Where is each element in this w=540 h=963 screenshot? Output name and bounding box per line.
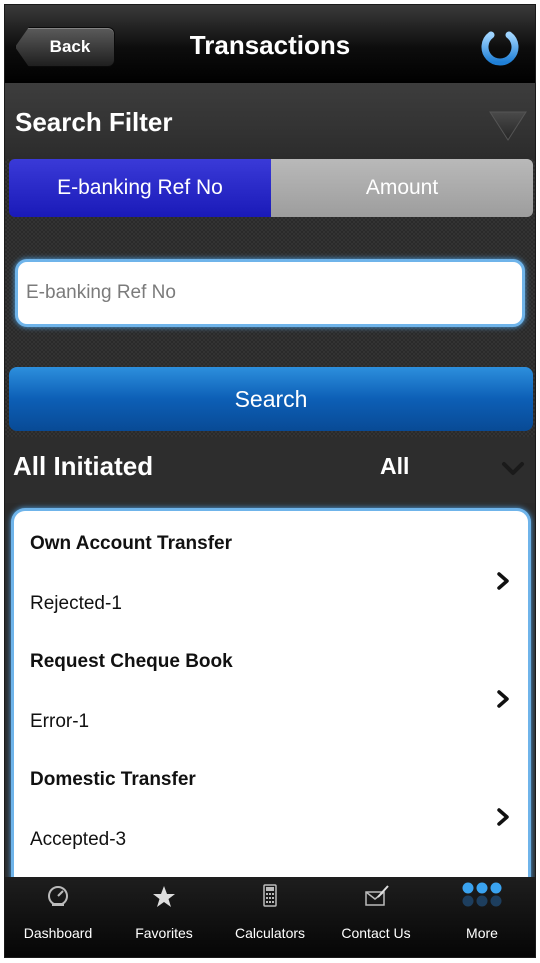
chevron-right-icon xyxy=(497,690,509,708)
tab-calculators[interactable]: Calculators xyxy=(217,877,323,957)
tab-favorites[interactable]: Favorites xyxy=(111,877,217,957)
filter-panel: E-banking Ref No Amount Search xyxy=(5,159,535,437)
transaction-list: Own Account Transfer Rejected-1 Request … xyxy=(11,508,531,908)
initiated-label: All Initiated xyxy=(13,451,154,481)
gauge-icon xyxy=(48,886,68,906)
more-dots-icon xyxy=(462,882,502,907)
nav-header: Back Transactions xyxy=(5,5,535,84)
tab-label: Contact Us xyxy=(341,925,411,941)
power-icon[interactable] xyxy=(477,23,523,69)
transaction-title: Domestic Transfer xyxy=(30,769,196,790)
initiated-selected-value[interactable]: All xyxy=(380,453,409,480)
transaction-status: Rejected-1 xyxy=(30,593,122,614)
segment-amount[interactable]: Amount xyxy=(271,159,533,217)
tab-bar: Dashboard Favorites Calculators Contact … xyxy=(5,877,535,957)
page-title: Transactions xyxy=(189,30,351,60)
tab-label: Calculators xyxy=(234,925,306,941)
list-item[interactable]: Own Account Transfer Rejected-1 xyxy=(14,511,528,629)
app-frame: Back Transactions Search Filter E-bankin… xyxy=(4,4,536,958)
transaction-status: Error-1 xyxy=(30,711,90,732)
tab-label: Favorites xyxy=(135,925,193,941)
filter-segmented-control: E-banking Ref No Amount xyxy=(9,159,533,217)
chevron-down-icon[interactable] xyxy=(501,461,525,477)
initiated-filter-bar[interactable]: All Initiated All xyxy=(5,437,535,503)
search-filter-label: Search Filter xyxy=(15,107,173,137)
chevron-right-icon xyxy=(497,572,509,590)
transaction-title: Own Account Transfer xyxy=(30,533,232,554)
transaction-status: Accepted-3 xyxy=(30,829,127,850)
tab-label: Dashboard xyxy=(23,925,93,941)
calculator-icon xyxy=(263,884,277,907)
search-filter-bar[interactable]: Search Filter xyxy=(5,83,535,159)
tab-more[interactable]: More xyxy=(429,877,535,957)
envelope-pen-icon xyxy=(365,885,389,906)
triangle-down-icon[interactable] xyxy=(489,111,527,141)
chevron-right-icon xyxy=(497,808,509,826)
tab-dashboard[interactable]: Dashboard xyxy=(5,877,111,957)
ebanking-ref-input[interactable] xyxy=(15,259,525,327)
transaction-title: Request Cheque Book xyxy=(30,651,233,672)
search-button[interactable]: Search xyxy=(9,367,533,431)
list-item[interactable]: Request Cheque Book Error-1 xyxy=(14,629,528,747)
tab-label: More xyxy=(466,925,498,941)
tab-contact-us[interactable]: Contact Us xyxy=(323,877,429,957)
star-icon xyxy=(153,886,175,907)
segment-ebanking-ref[interactable]: E-banking Ref No xyxy=(9,159,271,217)
list-item[interactable]: Domestic Transfer Accepted-3 xyxy=(14,747,528,865)
